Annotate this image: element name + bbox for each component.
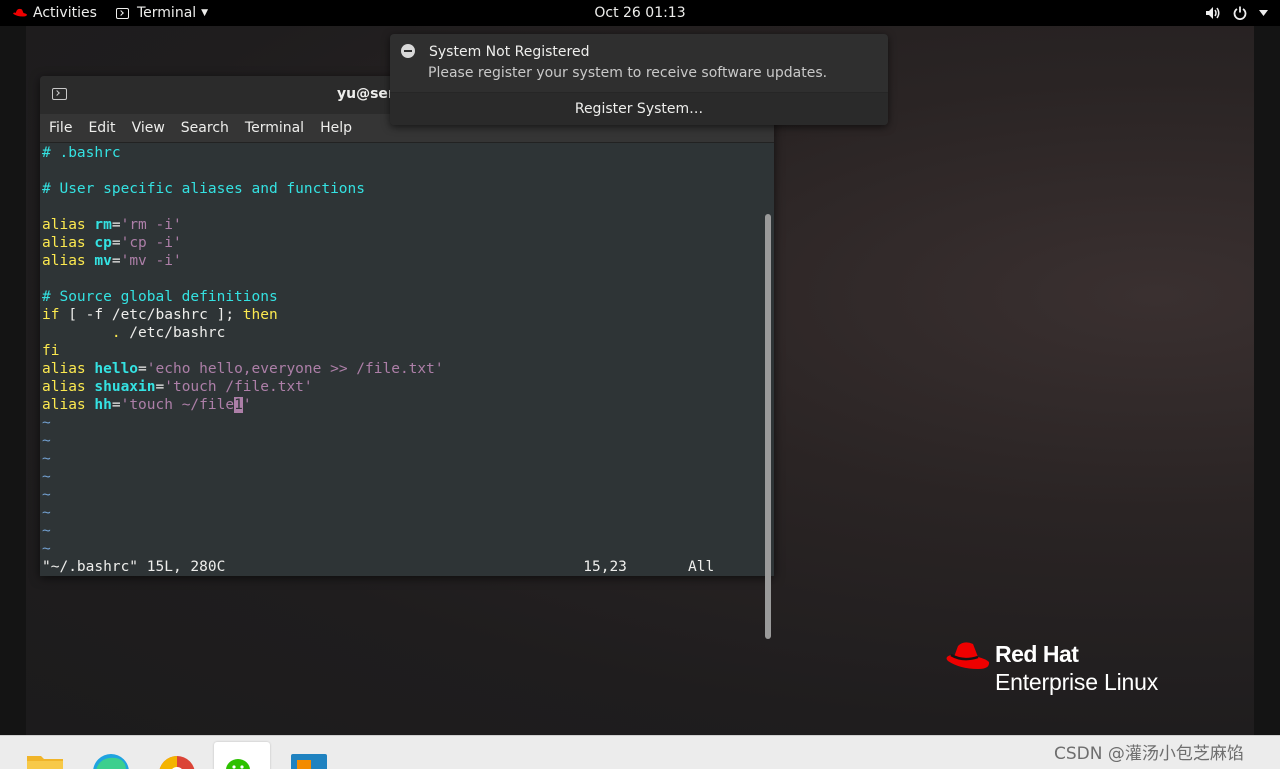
menu-view[interactable]: View — [124, 114, 173, 142]
activities-button[interactable]: Activities — [12, 0, 97, 26]
app-menu-label: Terminal — [137, 5, 197, 21]
app-menu-button[interactable]: Terminal ▼ — [116, 0, 208, 26]
menu-file[interactable]: File — [40, 114, 80, 142]
menu-help[interactable]: Help — [312, 114, 360, 142]
folder-icon[interactable] — [25, 736, 65, 769]
host-taskbar: CSDN @灌汤小包芝麻馅 — [0, 735, 1280, 769]
redhat-logo-icon — [13, 8, 27, 17]
activities-label: Activities — [33, 5, 97, 21]
redhat-branding: Red Hat Enterprise Linux — [943, 638, 1203, 710]
menu-terminal[interactable]: Terminal — [237, 114, 312, 142]
terminal-window-icon[interactable] — [52, 88, 67, 100]
redhat-logo-icon — [946, 642, 990, 669]
notification-body: Please register your system to receive s… — [428, 65, 828, 81]
vim-buffer[interactable]: # .bashrc # User specific aliases and fu… — [42, 144, 714, 576]
terminal-window[interactable]: yu@ser File Edit View Search Terminal He… — [40, 76, 774, 639]
vim-status-scroll: All — [688, 559, 715, 575]
brand-line-1: Red Hat — [995, 641, 1079, 667]
terminal-app-icon — [116, 7, 129, 19]
clock[interactable]: Oct 26 01:13 — [594, 0, 685, 26]
text-cursor: 1 — [234, 397, 243, 413]
csdn-watermark: CSDN @灌汤小包芝麻馅 — [1054, 744, 1244, 764]
edge-browser-icon[interactable] — [90, 736, 130, 769]
chrome-icon[interactable] — [157, 736, 197, 769]
caret-down-icon: ▼ — [201, 8, 209, 18]
notification-banner[interactable]: System Not Registered Please register yo… — [390, 34, 888, 125]
vim-status-file: "~/.bashrc" 15L, 280C — [42, 559, 226, 575]
brand-line-2: Enterprise Linux — [995, 669, 1158, 695]
system-tray[interactable] — [1205, 0, 1268, 26]
power-icon[interactable] — [1233, 6, 1247, 20]
scrollbar[interactable] — [765, 214, 771, 639]
top-bar: Activities Terminal ▼ Oct 26 01:13 — [0, 0, 1280, 26]
vim-status-position: 15,23 — [583, 559, 627, 575]
dialog-warning-icon — [401, 44, 415, 58]
wechat-icon[interactable] — [222, 736, 262, 769]
chevron-down-icon[interactable] — [1259, 10, 1268, 16]
menu-search[interactable]: Search — [173, 114, 237, 142]
terminal-content[interactable]: # .bashrc # User specific aliases and fu… — [40, 143, 774, 639]
menu-edit[interactable]: Edit — [80, 114, 123, 142]
volume-icon[interactable] — [1205, 6, 1221, 20]
window-title: yu@ser — [337, 86, 395, 102]
register-system-button[interactable]: Register System… — [390, 93, 888, 125]
notification-title: System Not Registered — [429, 44, 590, 60]
vmware-icon[interactable] — [289, 736, 329, 769]
